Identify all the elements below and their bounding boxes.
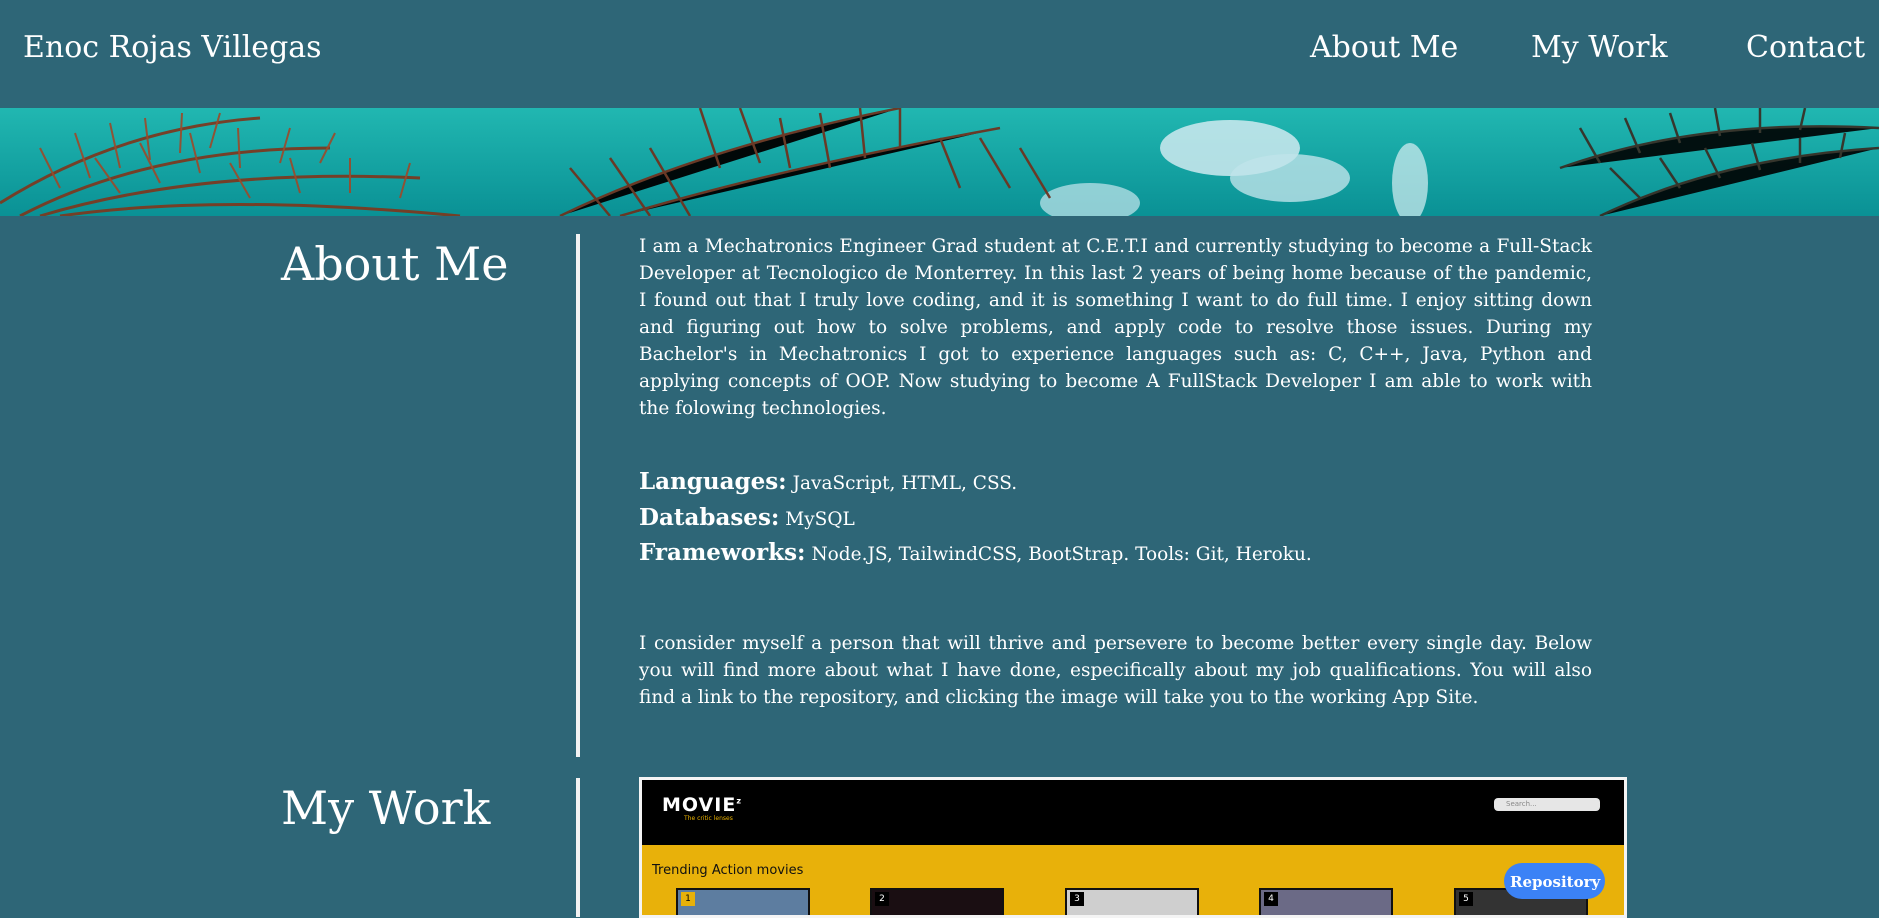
- banner-illustration: [0, 108, 1879, 216]
- thumbnail-rank: 2: [875, 892, 889, 906]
- about-intro-text: I am a Mechatronics Engineer Grad studen…: [639, 236, 1592, 419]
- repository-button[interactable]: Repository: [1504, 863, 1605, 899]
- skill-value: MySQL: [785, 508, 855, 530]
- about-divider: [576, 234, 580, 757]
- movie-logo: MOVIEz: [662, 794, 742, 816]
- trending-heading: Trending Action movies: [652, 863, 804, 878]
- site-name[interactable]: Enoc Rojas Villegas: [23, 30, 322, 65]
- skill-frameworks: Frameworks: Node.JS, TailwindCSS, BootSt…: [639, 536, 1592, 572]
- site-header: Enoc Rojas Villegas About Me My Work Con…: [0, 0, 1879, 108]
- project-preview-image[interactable]: MOVIEz The critic lenses Search... Trend…: [639, 777, 1627, 918]
- thumbnail-rank: 3: [1070, 892, 1084, 906]
- thumbnail-rank: 5: [1459, 892, 1473, 906]
- thumbnail-rank: 1: [681, 892, 695, 906]
- skill-languages: Languages: JavaScript, HTML, CSS.: [639, 465, 1592, 501]
- skill-label: Databases:: [639, 503, 780, 531]
- logo-superscript: z: [736, 796, 742, 806]
- work-divider: [576, 778, 580, 917]
- nav-about-me[interactable]: About Me: [1310, 30, 1458, 65]
- thumbnail-rank: 4: [1264, 892, 1278, 906]
- movie-thumbnail: 1: [676, 888, 810, 915]
- project-header: MOVIEz The critic lenses Search...: [642, 780, 1624, 845]
- logo-text: MOVIE: [662, 794, 737, 816]
- logo-tagline: The critic lenses: [684, 815, 733, 822]
- about-closing-text: I consider myself a person that will thr…: [639, 633, 1592, 708]
- skill-label: Frameworks:: [639, 539, 806, 566]
- skill-databases: Databases: MySQL: [639, 501, 1592, 537]
- movie-thumbnail: 3: [1065, 888, 1199, 915]
- trending-band: Trending Action movies 1 2 3 4 5: [642, 845, 1624, 915]
- palm-trees-banner-image: [0, 108, 1879, 216]
- nav-my-work[interactable]: My Work: [1531, 30, 1668, 65]
- skill-value: Node.JS, TailwindCSS, BootStrap. Tools: …: [811, 544, 1312, 565]
- nav-contact[interactable]: Contact: [1746, 30, 1865, 65]
- movie-thumbnail: 2: [870, 888, 1004, 915]
- my-work-title: My Work: [281, 781, 491, 835]
- movie-thumbnail: 4: [1259, 888, 1393, 915]
- project-search-field: Search...: [1494, 798, 1600, 811]
- skill-label: Languages:: [639, 468, 787, 495]
- skill-value: JavaScript, HTML, CSS.: [792, 473, 1018, 494]
- skills-list: Languages: JavaScript, HTML, CSS. Databa…: [639, 465, 1592, 572]
- about-me-title: About Me: [281, 237, 509, 291]
